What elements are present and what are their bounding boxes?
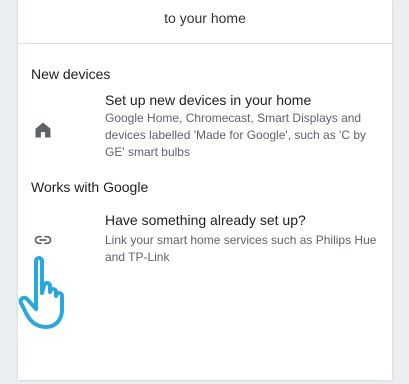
header-subtitle: to your home [164,10,246,26]
item-description: Google Home, Chromecast, Smart Displays … [105,111,367,159]
section-title-new-devices: New devices [31,66,111,82]
home-icon [35,122,51,138]
set-up-new-devices-item[interactable]: Set up new devices in your home Google H… [18,92,392,170]
item-title: Set up new devices in your home [105,92,312,108]
section-title-works-with-google: Works with Google [31,179,149,195]
pointing-hand-icon [18,256,64,329]
item-title: Have something already set up? [105,212,306,228]
link-icon [34,235,52,245]
item-description: Link your smart home services such as Ph… [105,233,377,264]
divider [18,43,392,44]
